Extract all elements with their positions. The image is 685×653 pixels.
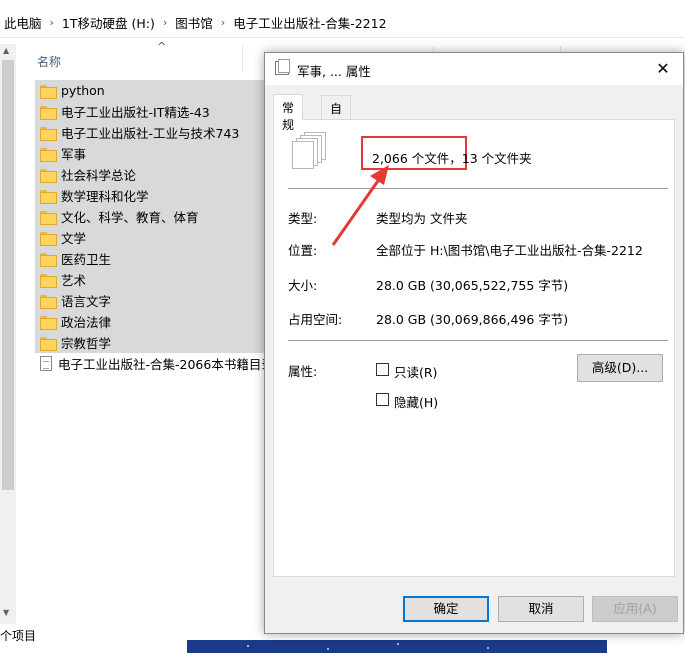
folder-icon [40,336,57,351]
tab-general[interactable]: 常规 [273,94,304,132]
file-list: python 电子工业出版社-IT精选-43 电子工业出版社-工业与技术743 … [35,80,275,374]
list-item[interactable]: 军事 [35,143,275,164]
folders-count: 13 个文件夹 [461,151,532,166]
folder-icon [40,189,57,204]
multiple-files-icon [292,132,332,174]
dialog-titlebar[interactable]: 军事, ... 属性 ✕ [265,53,683,85]
folder-icon [40,252,57,267]
location-label: 位置: [288,243,318,258]
chevron-right-icon: › [220,16,226,29]
properties-dialog: 军事, ... 属性 ✕ 常规 自定义 2,066 个文件，13 个文件夹 类型… [264,52,684,634]
location-value: 全部位于 H:\图书馆\电子工业出版社-合集-2212 [376,243,643,258]
folder-icon [40,273,57,288]
scrollbar-thumb[interactable] [2,60,14,490]
folder-icon [40,294,57,309]
item-name: 政治法律 [61,315,112,330]
item-name: 语言文字 [61,294,112,309]
properties-icon [275,59,290,75]
attributes-label: 属性: [288,364,318,379]
size-label: 大小: [288,278,318,293]
files-count: 2,066 个文件， [372,151,462,166]
hidden-checkbox[interactable] [376,393,389,406]
item-name: 文化、科学、教育、体育 [61,210,199,225]
list-item[interactable]: 宗教哲学 [35,332,275,353]
item-name: python [61,83,105,98]
item-name: 军事 [61,147,87,162]
chevron-right-icon: › [49,16,54,29]
readonly-checkbox[interactable] [376,363,389,376]
folder-icon [40,210,57,225]
cancel-button[interactable]: 取消 [498,596,584,622]
close-icon[interactable]: ✕ [649,57,677,81]
advanced-button[interactable]: 高级(D)... [577,354,663,382]
background-strip [187,640,607,653]
item-name: 宗教哲学 [61,336,112,351]
file-folder-count: 2,066 个文件，13 个文件夹 [372,148,532,167]
list-item[interactable]: 数学理科和化学 [35,185,275,206]
chevron-right-icon: › [162,16,168,29]
column-name-header[interactable]: 名称 [37,53,61,70]
list-item[interactable]: 电子工业出版社-工业与技术743 [35,122,275,143]
list-item[interactable]: 语言文字 [35,290,275,311]
column-divider[interactable] [242,46,243,72]
folder-icon [40,168,57,183]
divider [288,188,668,189]
item-name: 医药卫生 [61,252,112,267]
breadcrumb[interactable]: 此电脑 › 1T移动硬盘 (H:) › 图书馆 › 电子工业出版社-合集-221… [0,8,685,38]
dialog-title: 军事, ... 属性 [297,64,371,79]
list-item[interactable]: 文学 [35,227,275,248]
list-item[interactable]: 社会科学总论 [35,164,275,185]
item-name: 数学理科和化学 [61,189,149,204]
type-label: 类型: [288,211,318,226]
folder-icon [40,231,57,246]
item-name: 艺术 [61,273,87,288]
scroll-up-icon[interactable]: ▲ [3,46,9,55]
size-value: 28.0 GB (30,065,522,755 字节) [376,278,569,293]
scroll-down-icon[interactable]: ▼ [3,608,9,617]
breadcrumb-this-pc[interactable]: 此电脑 [0,13,46,32]
general-panel: 2,066 个文件，13 个文件夹 类型: 类型均为 文件夹 位置: 全部位于 … [273,119,675,577]
breadcrumb-library[interactable]: 图书馆 [171,13,217,32]
tab-custom[interactable]: 自定义 [321,95,352,150]
item-name: 文学 [61,231,87,246]
list-item[interactable]: 电子工业出版社-IT精选-43 [35,101,275,122]
folder-icon [40,126,57,141]
folder-icon [40,315,57,330]
item-name: 社会科学总论 [61,168,137,183]
list-item[interactable]: 艺术 [35,269,275,290]
sort-up-icon: ^ [157,40,167,53]
item-name: 电子工业出版社-合集-2066本书籍目录 [58,357,274,372]
vertical-scrollbar[interactable]: ▲ ▼ [0,44,16,624]
item-name: 电子工业出版社-IT精选-43 [61,105,210,120]
readonly-label[interactable]: 只读(R) [394,362,437,381]
breadcrumb-collection[interactable]: 电子工业出版社-合集-2212 [229,13,390,32]
list-item[interactable]: 医药卫生 [35,248,275,269]
list-item[interactable]: 政治法律 [35,311,275,332]
breadcrumb-drive[interactable]: 1T移动硬盘 (H:) [58,13,159,32]
folder-icon [40,84,57,99]
divider [288,340,668,341]
list-item[interactable]: python [35,80,275,101]
item-count-status: 个项目 [0,629,37,643]
disk-size-value: 28.0 GB (30,069,866,496 字节) [376,312,569,327]
disk-size-label: 占用空间: [288,312,343,327]
list-item[interactable]: 电子工业出版社-合集-2066本书籍目录 [35,353,275,374]
text-file-icon [40,356,52,371]
folder-icon [40,105,57,120]
hidden-label[interactable]: 隐藏(H) [394,392,438,411]
list-item[interactable]: 文化、科学、教育、体育 [35,206,275,227]
apply-button[interactable]: 应用(A) [592,596,678,622]
ok-button[interactable]: 确定 [403,596,489,622]
folder-icon [40,147,57,162]
type-value: 类型均为 文件夹 [376,211,468,226]
item-name: 电子工业出版社-工业与技术743 [61,126,240,141]
